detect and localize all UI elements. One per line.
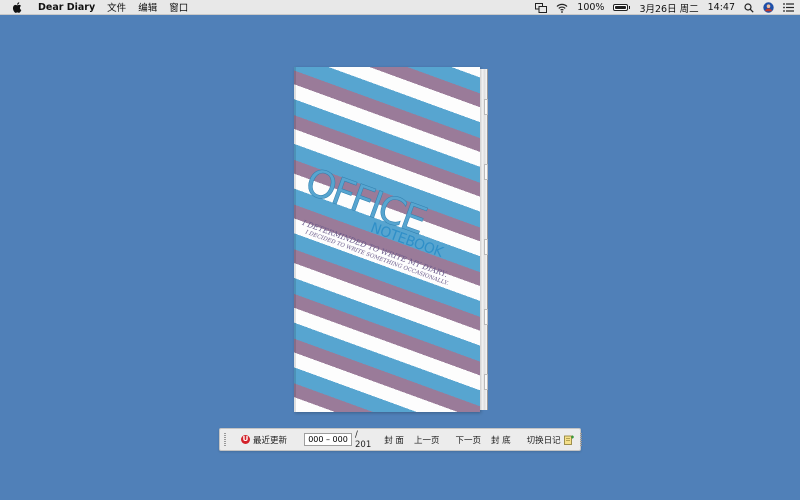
navigation-toolbar: U 最近更新 / 201 封 面 上一页 下一页 封 底 切换日记 xyxy=(219,428,582,451)
magnet-icon: U xyxy=(241,435,250,444)
page-range-input[interactable] xyxy=(304,433,353,446)
notebook-page-edges xyxy=(480,69,488,410)
back-cover-label: 封 底 xyxy=(490,435,511,446)
cover-spine xyxy=(294,67,296,412)
menu-window[interactable]: 窗口 xyxy=(169,0,188,14)
cover-title-area: OFFICE NOTEBOOK I DETERMINDED TO WRITE M… xyxy=(294,67,480,412)
toolbar-grip-left[interactable] xyxy=(224,433,226,446)
apple-menu-icon[interactable] xyxy=(12,1,24,13)
notebook-cover[interactable]: OFFICE NOTEBOOK I DETERMINDED TO WRITE M… xyxy=(294,67,480,412)
cover-title: OFFICE xyxy=(299,159,431,243)
notification-center-icon[interactable] xyxy=(783,3,794,12)
page-tab xyxy=(484,164,488,180)
switch-diary-button[interactable]: 切换日记 xyxy=(522,434,580,446)
previous-page-label: 上一页 xyxy=(413,435,440,446)
next-page-button[interactable]: 下一页 xyxy=(450,434,486,446)
switch-diary-icon xyxy=(563,435,575,445)
switch-diary-label: 切换日记 xyxy=(526,435,561,446)
recent-updates-button[interactable]: U 最近更新 xyxy=(236,434,292,446)
user-avatar-icon[interactable] xyxy=(763,2,774,13)
cover-tagline-1: I DETERMINDED TO WRITE MY DIARY. xyxy=(301,218,449,280)
time-display[interactable]: 14:47 xyxy=(708,2,735,13)
page-tab xyxy=(484,374,488,390)
next-page-label: 下一页 xyxy=(455,435,481,446)
menu-edit[interactable]: 编辑 xyxy=(138,0,157,14)
page-total: / 201 xyxy=(355,429,372,450)
previous-page-button[interactable]: 上一页 xyxy=(409,434,445,446)
back-cover-button[interactable]: 封 底 xyxy=(486,434,516,446)
menu-file[interactable]: 文件 xyxy=(107,0,126,14)
date-display[interactable]: 3月26日 周二 xyxy=(639,1,698,15)
diary-notebook[interactable]: OFFICE NOTEBOOK I DETERMINDED TO WRITE M… xyxy=(294,67,488,412)
cover-tagline-2: I DECIDED TO WRITE SOMETHING OCCASIONALL… xyxy=(304,229,450,288)
page-tab xyxy=(484,309,488,325)
menu-app-name[interactable]: Dear Diary xyxy=(38,2,95,13)
battery-percent: 100% xyxy=(577,2,605,13)
cover-subtitle: NOTEBOOK xyxy=(368,219,445,261)
screen-mirroring-icon[interactable] xyxy=(535,2,548,13)
front-cover-button[interactable]: 封 面 xyxy=(379,434,409,446)
page-tab xyxy=(484,99,488,115)
spotlight-search-icon[interactable] xyxy=(744,2,754,13)
page-tab xyxy=(484,239,488,255)
recent-updates-label: 最近更新 xyxy=(253,435,288,446)
battery-icon[interactable] xyxy=(613,4,631,11)
wifi-icon[interactable] xyxy=(556,3,568,13)
front-cover-label: 封 面 xyxy=(384,435,404,446)
toolbar-grip-right[interactable] xyxy=(579,433,582,446)
menu-bar: Dear Diary 文件 编辑 窗口 100% 3月26日 周二 14:47 xyxy=(0,0,800,15)
